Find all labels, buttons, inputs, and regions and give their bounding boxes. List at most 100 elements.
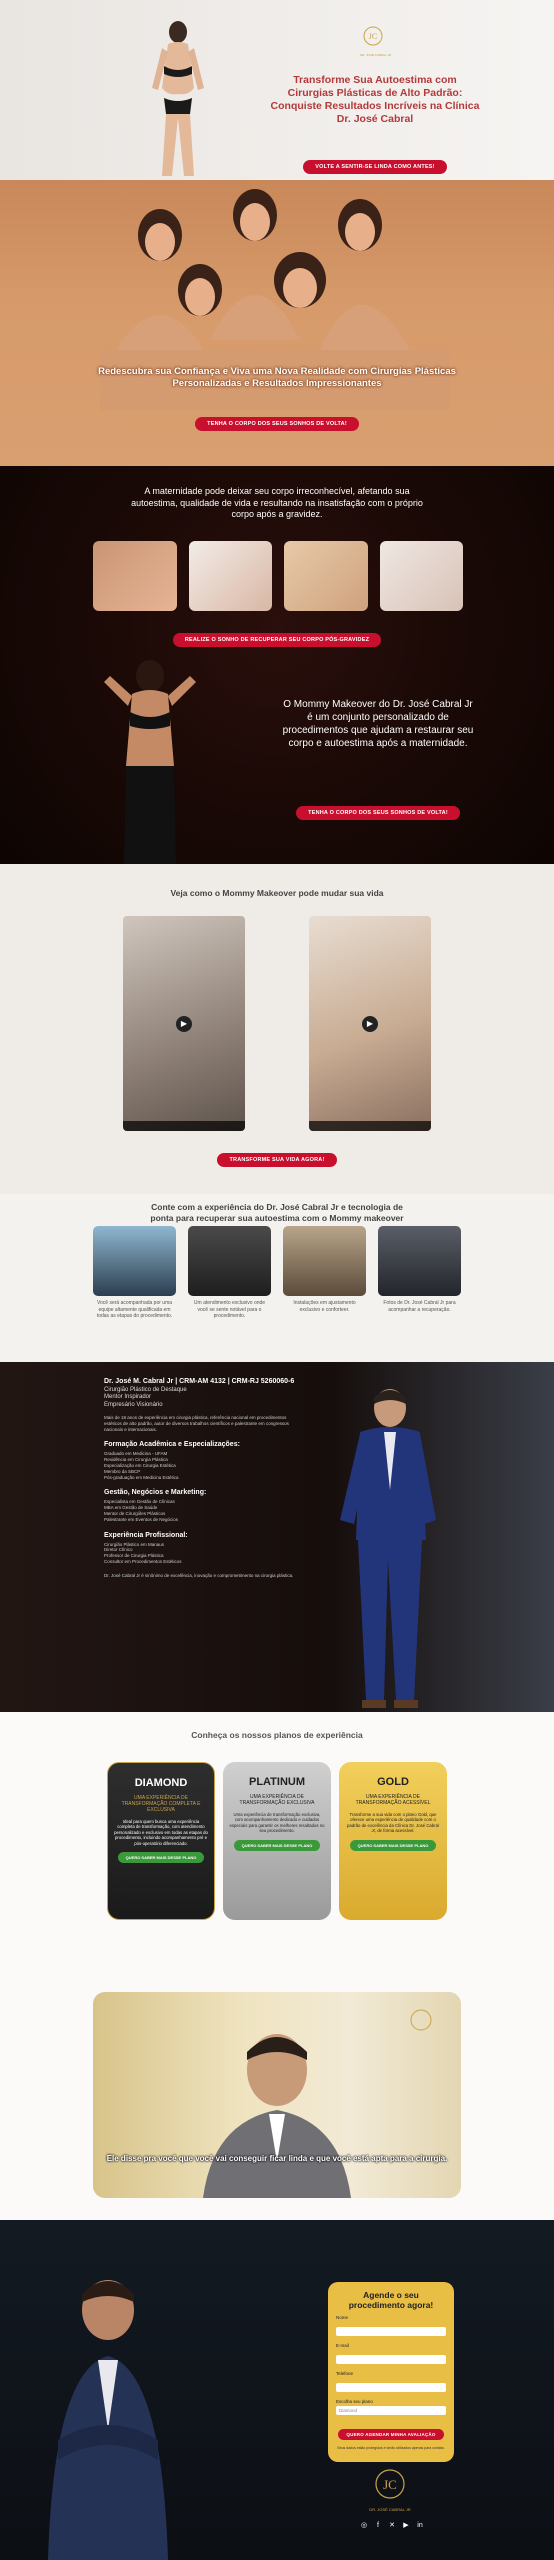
gallery-image — [188, 541, 272, 611]
banner-cta-button[interactable]: TENHA O CORPO DOS SEUS SONHOS DE VOLTA! — [195, 417, 359, 431]
linkedin-icon[interactable]: in — [416, 2522, 424, 2530]
before-after-gallery — [93, 541, 463, 611]
mommy-makeover-text: O Mommy Makeover do Dr. José Cabral Jr é… — [282, 699, 474, 749]
hero-section: JC DR. JOSÉ CABRAL JR Transforme Sua Aut… — [0, 0, 554, 180]
doctor-portrait-image — [378, 1226, 461, 1296]
footer-logo: JC DR. JOSÉ CABRAL JR — [358, 2466, 422, 2512]
video-controls[interactable] — [123, 1121, 245, 1131]
experience-card-caption: Um atendimento exclusivo onde você se se… — [193, 1300, 266, 1319]
banner-section: Redescubra sua Confiança e Viva uma Nova… — [0, 180, 554, 466]
experience-card: Um atendimento exclusivo onde você se se… — [188, 1226, 271, 1320]
plan-name: DIAMOND — [134, 1777, 188, 1789]
doctor-standing-image — [340, 1389, 436, 1708]
plans-title: Conheça os nossos planos de experiência — [191, 1730, 363, 1740]
logo-text: DR. JOSÉ CABRAL JR — [360, 53, 392, 57]
bio-line: Pós-graduação em Medicina Estética — [104, 1474, 179, 1480]
facebook-icon[interactable]: f — [374, 2522, 382, 2530]
booking-section: Agende o seu procedimento agora! Nome E-… — [0, 2220, 554, 2560]
instagram-icon[interactable]: ◎ — [360, 2522, 368, 2530]
plan-subtitle: UMA EXPERIÊNCIA DE TRANSFORMAÇÃO COMPLET… — [121, 1795, 201, 1813]
experience-card-caption: Você será acompanhada por uma equipe alt… — [96, 1300, 173, 1319]
plan-subtitle: UMA EXPERIÊNCIA DE TRANSFORMAÇÃO EXCLUSI… — [239, 1794, 315, 1806]
form-privacy-note: Seus dados estão protegidos e serão util… — [337, 2446, 445, 2450]
plan-description: Uma experiência de transformação exclusi… — [229, 1812, 325, 1834]
hero-title: Transforme Sua Autoestima com Cirurgias … — [270, 74, 480, 125]
field-label-plan: Escolha seu plano — [336, 2399, 373, 2404]
plan-card-diamond: DIAMOND UMA EXPERIÊNCIA DE TRANSFORMAÇÃO… — [107, 1762, 215, 1920]
video-player[interactable]: ▶ — [123, 916, 245, 1131]
doctor-seated-image — [48, 2280, 168, 2560]
plan-select[interactable]: Diamond — [336, 2406, 446, 2415]
hero-model-image — [152, 21, 204, 176]
maternity-text: A maternidade pode deixar seu corpo irre… — [131, 486, 423, 519]
svg-text:JC: JC — [369, 32, 377, 41]
booking-form: Agende o seu procedimento agora! Nome E-… — [328, 2282, 454, 2462]
experience-section: Conte com a experiência do Dr. José Cabr… — [0, 1194, 554, 1362]
bio-section-title: Experiência Profissional: — [104, 1531, 188, 1539]
doctor-intro: Mais de 18 anos de experiência em cirurg… — [104, 1415, 289, 1432]
hero-cta-button[interactable]: VOLTE A SENTIR-SE LINDA COMO ANTES! — [303, 160, 447, 174]
field-label-email: E-mail — [336, 2343, 349, 2348]
experience-card: Você será acompanhada por uma equipe alt… — [93, 1226, 176, 1320]
field-label-name: Nome — [336, 2315, 349, 2320]
video-caption: Ele disse pra você que você vai consegui… — [106, 2154, 448, 2163]
consultation-image — [188, 1226, 271, 1296]
plan-description: Transforme a sua vida com o plano Gold, … — [347, 1812, 439, 1834]
bio-section-title: Formação Acadêmica e Especializações: — [104, 1441, 240, 1449]
maternity-cta-button[interactable]: REALIZE O SONHO DE RECUPERAR SEU CORPO P… — [172, 633, 382, 647]
plan-name: GOLD — [377, 1776, 409, 1788]
gallery-image — [284, 541, 368, 611]
submit-button[interactable]: QUERO AGENDAR MINHA AVALIAÇÃO — [338, 2429, 444, 2440]
team-image — [93, 1226, 176, 1296]
plan-platinum-button[interactable]: QUERO SABER MAIS DESSE PLANO — [233, 1839, 321, 1851]
name-input[interactable] — [336, 2327, 446, 2336]
doctor-name: Dr. José M. Cabral Jr | CRM-AM 4132 | CR… — [104, 1378, 295, 1385]
plan-name: PLATINUM — [248, 1776, 305, 1788]
facility-image — [283, 1226, 366, 1296]
fitness-model-image — [104, 660, 196, 864]
logo-mark-icon: JC — [363, 26, 383, 46]
experience-title: Conte com a experiência do Dr. José Cabr… — [150, 1202, 404, 1223]
youtube-icon[interactable]: ▶ — [402, 2522, 410, 2530]
maternity-section: A maternidade pode deixar seu corpo irre… — [0, 466, 554, 864]
play-icon[interactable]: ▶ — [176, 1016, 192, 1032]
email-input[interactable] — [336, 2355, 446, 2364]
doctor-role: Empresário Visionário — [104, 1401, 163, 1408]
doctor-role: Mentor Inspirador — [104, 1394, 152, 1400]
doctor-video-frame — [203, 2009, 432, 2198]
plans-section: Conheça os nossos planos de experiência … — [0, 1712, 554, 2220]
bio-line: Consultor em Procedimentos Estéticos — [104, 1558, 182, 1564]
experience-card: Fotos de Dr. José Cabral Jr para acompan… — [378, 1226, 461, 1320]
field-label-phone: Telefone — [336, 2371, 354, 2376]
plan-diamond-button[interactable]: QUERO SABER MAIS DESSE PLANO — [117, 1852, 205, 1864]
mommy-makeover-cta-button[interactable]: TENHA O CORPO DOS SEUS SONHOS DE VOLTA! — [296, 806, 460, 820]
plan-card-platinum: PLATINUM UMA EXPERIÊNCIA DE TRANSFORMAÇÃ… — [223, 1762, 331, 1920]
clinic-logo: JC DR. JOSÉ CABRAL JR — [360, 26, 392, 57]
video-controls[interactable] — [309, 1121, 431, 1131]
form-title: Agende o seu procedimento agora! — [348, 2290, 434, 2310]
twitter-icon[interactable]: ✕ — [388, 2522, 396, 2530]
videos-cta-button[interactable]: TRANSFORME SUA VIDA AGORA! — [217, 1153, 337, 1167]
experience-card: Instalações em ajustamento exclusivo e c… — [283, 1226, 366, 1320]
experience-card-caption: Instalações em ajustamento exclusivo e c… — [293, 1300, 356, 1313]
plan-card-gold: GOLD UMA EXPERIÊNCIA DE TRANSFORMAÇÃO AC… — [339, 1762, 447, 1920]
svg-text:JC: JC — [383, 2477, 397, 2492]
doctor-closing: Dr. José Cabral Jr é sinônimo de excelên… — [104, 1572, 294, 1578]
banner-title: Redescubra sua Confiança e Viva uma Nova… — [98, 366, 456, 389]
gallery-image — [379, 541, 463, 611]
phone-input[interactable] — [336, 2383, 446, 2392]
play-icon[interactable]: ▶ — [362, 1016, 378, 1032]
doctor-role: Cirurgião Plástico de Destaque — [104, 1386, 187, 1393]
logo-text: DR. JOSÉ CABRAL JR — [369, 2507, 411, 2512]
plan-description: Ideal para quem busca uma experiência co… — [114, 1819, 208, 1846]
doctor-bio-section: Dr. José M. Cabral Jr | CRM-AM 4132 | CR… — [0, 1362, 554, 1712]
social-links: ◎ f ✕ ▶ in — [360, 2522, 424, 2530]
doctor-video[interactable]: Ele disse pra você que você vai consegui… — [93, 1992, 461, 2198]
bio-section-title: Gestão, Negócios e Marketing: — [104, 1489, 207, 1497]
video-player[interactable]: ▶ — [309, 916, 431, 1131]
experience-card-caption: Fotos de Dr. José Cabral Jr para acompan… — [383, 1300, 456, 1313]
videos-title: Veja como o Mommy Makeover pode mudar su… — [170, 888, 384, 898]
plan-gold-button[interactable]: QUERO SABER MAIS DESSE PLANO — [349, 1839, 437, 1851]
plan-subtitle: UMA EXPERIÊNCIA DE TRANSFORMAÇÃO ACESSÍV… — [355, 1794, 431, 1806]
bio-line: Palestrante em Eventos de Negócios — [104, 1516, 179, 1522]
